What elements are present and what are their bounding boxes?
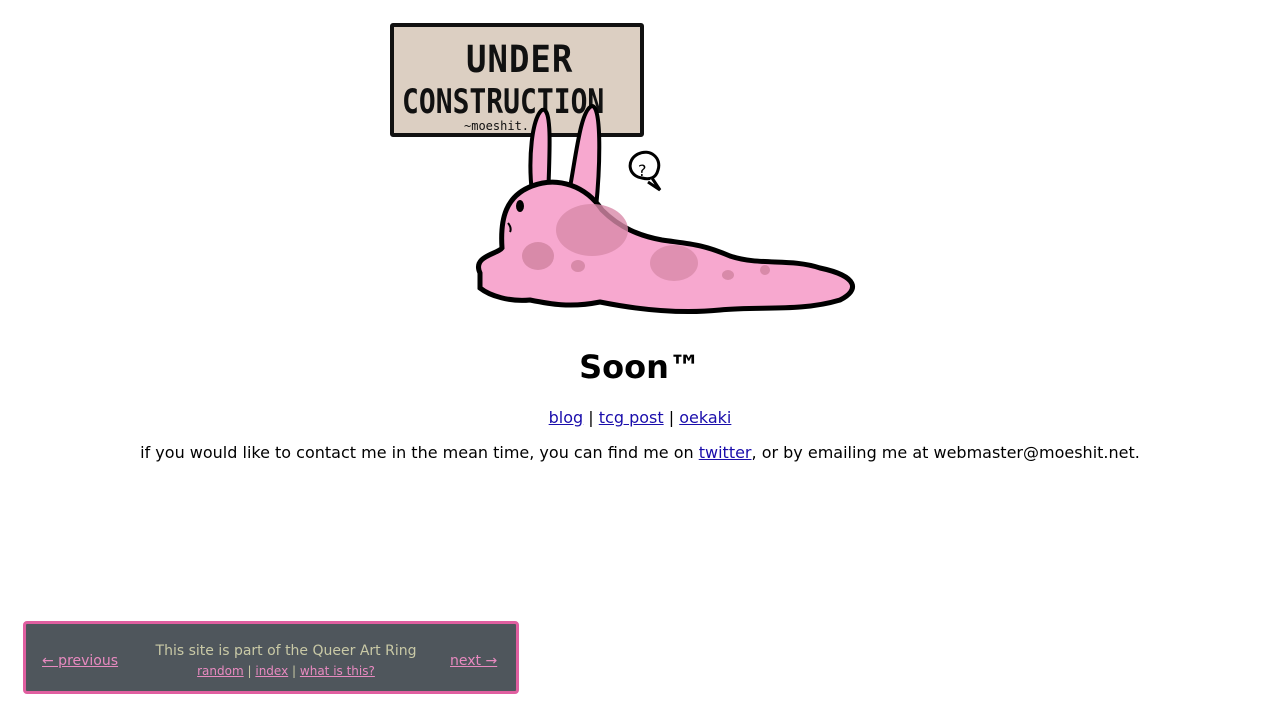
webring-previous-link[interactable]: ← previous [42, 653, 118, 669]
page-title: Soon™ [579, 348, 701, 386]
contact-message: if you would like to contact me in the m… [0, 443, 1280, 463]
webring-separator: | [247, 664, 252, 678]
webring-next-link[interactable]: next → [450, 653, 497, 669]
twitter-link[interactable]: twitter [699, 443, 752, 462]
webring-index-link[interactable]: index [255, 664, 288, 678]
webring-title: This site is part of the Queer Art Ring [155, 643, 417, 659]
webring-random-link[interactable]: random [197, 664, 244, 678]
thought-question-mark: ? [638, 161, 647, 180]
contact-text-after: , or by emailing me at webmaster@moeshit… [751, 443, 1140, 462]
nav-link-blog[interactable]: blog [549, 408, 584, 427]
nav-link-oekaki[interactable]: oekaki [679, 408, 731, 427]
nav-separator: | [668, 408, 675, 427]
webring-separator: | [292, 664, 297, 678]
main-nav: blog | tcg post | oekaki [0, 408, 1280, 428]
nav-link-tcg-post[interactable]: tcg post [599, 408, 664, 427]
webring-links: random | index | what is this? [197, 664, 375, 678]
hero-illustration: UNDER CONSTRUCTION ~moeshit. ? [380, 18, 870, 318]
thought-bubble-icon: ? [628, 150, 662, 192]
webring-about-link[interactable]: what is this? [300, 664, 375, 678]
webring-widget: ← previous This site is part of the Quee… [23, 621, 519, 694]
webring-center: This site is part of the Queer Art Ring … [146, 642, 426, 679]
contact-text-before: if you would like to contact me in the m… [140, 443, 699, 462]
nav-separator: | [588, 408, 594, 427]
pink-bunny-illustration: ? [476, 103, 855, 315]
